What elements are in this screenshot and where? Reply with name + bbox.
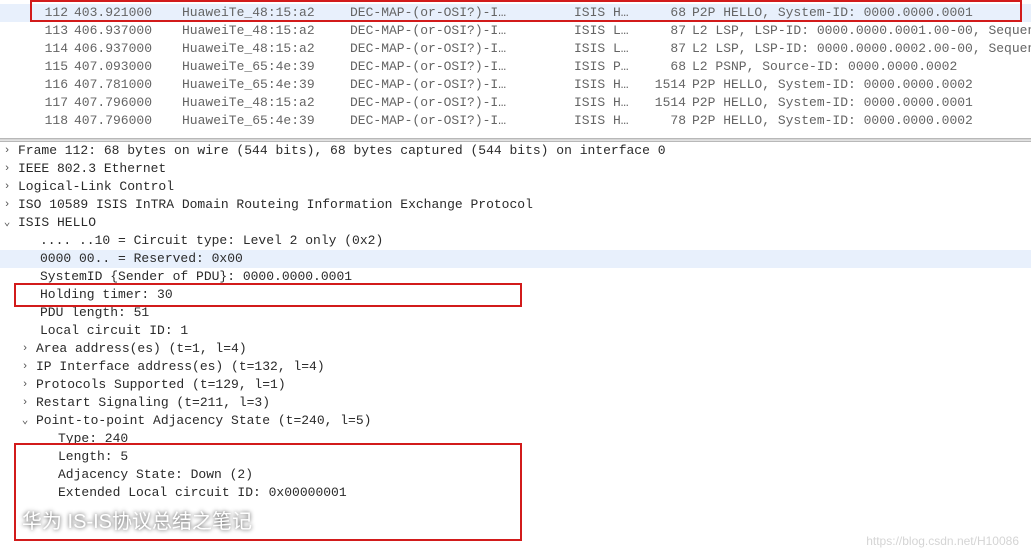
- tree-frame[interactable]: › Frame 112: 68 bytes on wire (544 bits)…: [0, 142, 1031, 160]
- field-length[interactable]: Length: 5: [0, 448, 1031, 466]
- field-ext-local-circuit[interactable]: Extended Local circuit ID: 0x00000001: [0, 484, 1031, 502]
- chevron-right-icon[interactable]: ›: [0, 142, 14, 160]
- chevron-right-icon[interactable]: ›: [18, 358, 32, 376]
- field-pdu-length[interactable]: PDU length: 51: [0, 304, 1031, 322]
- field-holding-timer[interactable]: Holding timer: 30: [0, 286, 1031, 304]
- tree-protocols[interactable]: › Protocols Supported (t=129, l=1): [0, 376, 1031, 394]
- col-len: 68: [644, 4, 692, 22]
- tree-iso[interactable]: › ISO 10589 ISIS InTRA Domain Routeing I…: [0, 196, 1031, 214]
- chevron-right-icon[interactable]: ›: [18, 340, 32, 358]
- field-systemid[interactable]: SystemID {Sender of PDU}: 0000.0000.0001: [0, 268, 1031, 286]
- chevron-down-icon[interactable]: ⌄: [0, 214, 14, 232]
- col-info: P2P HELLO, System-ID: 0000.0000.0001: [692, 4, 1031, 22]
- col-proto: ISIS H…: [574, 4, 644, 22]
- packet-row[interactable]: 113 406.937000 HuaweiTe_48:15:a2 DEC-MAP…: [0, 22, 1031, 40]
- tree-ethernet[interactable]: › IEEE 802.3 Ethernet: [0, 160, 1031, 178]
- tree-p2p-adjacency[interactable]: ⌄ Point-to-point Adjacency State (t=240,…: [0, 412, 1031, 430]
- packet-row[interactable]: 118 407.796000 HuaweiTe_65:4e:39 DEC-MAP…: [0, 112, 1031, 130]
- tree-llc[interactable]: › Logical-Link Control: [0, 178, 1031, 196]
- packet-list[interactable]: 112 403.921000 HuaweiTe_48:15:a2 DEC-MAP…: [0, 0, 1031, 138]
- col-no: 112: [32, 4, 74, 22]
- tree-ip-interface[interactable]: › IP Interface address(es) (t=132, l=4): [0, 358, 1031, 376]
- tree-area-address[interactable]: › Area address(es) (t=1, l=4): [0, 340, 1031, 358]
- packet-row[interactable]: 116 407.781000 HuaweiTe_65:4e:39 DEC-MAP…: [0, 76, 1031, 94]
- packet-row[interactable]: 112 403.921000 HuaweiTe_48:15:a2 DEC-MAP…: [0, 4, 1031, 22]
- field-circuit-type[interactable]: .... ..10 = Circuit type: Level 2 only (…: [0, 232, 1031, 250]
- field-reserved[interactable]: 0000 00.. = Reserved: 0x00: [0, 250, 1031, 268]
- chevron-right-icon[interactable]: ›: [18, 394, 32, 412]
- tree-isis-hello[interactable]: ⌄ ISIS HELLO: [0, 214, 1031, 232]
- field-type[interactable]: Type: 240: [0, 430, 1031, 448]
- chevron-right-icon[interactable]: ›: [18, 376, 32, 394]
- field-adjacency-state[interactable]: Adjacency State: Down (2): [0, 466, 1031, 484]
- col-dest: DEC-MAP-(or-OSI?)-I…: [350, 4, 574, 22]
- packet-row[interactable]: 117 407.796000 HuaweiTe_48:15:a2 DEC-MAP…: [0, 94, 1031, 112]
- tree-restart[interactable]: › Restart Signaling (t=211, l=3): [0, 394, 1031, 412]
- packet-details[interactable]: › Frame 112: 68 bytes on wire (544 bits)…: [0, 142, 1031, 550]
- packet-row[interactable]: 115 407.093000 HuaweiTe_65:4e:39 DEC-MAP…: [0, 58, 1031, 76]
- chevron-right-icon[interactable]: ›: [0, 178, 14, 196]
- chevron-right-icon[interactable]: ›: [0, 160, 14, 178]
- tree-label: Frame 112: 68 bytes on wire (544 bits), …: [14, 142, 666, 160]
- chevron-right-icon[interactable]: ›: [0, 196, 14, 214]
- col-source: HuaweiTe_48:15:a2: [182, 4, 350, 22]
- field-local-circuit[interactable]: Local circuit ID: 1: [0, 322, 1031, 340]
- chevron-down-icon[interactable]: ⌄: [18, 412, 32, 430]
- col-time: 403.921000: [74, 4, 182, 22]
- packet-row[interactable]: 114 406.937000 HuaweiTe_48:15:a2 DEC-MAP…: [0, 40, 1031, 58]
